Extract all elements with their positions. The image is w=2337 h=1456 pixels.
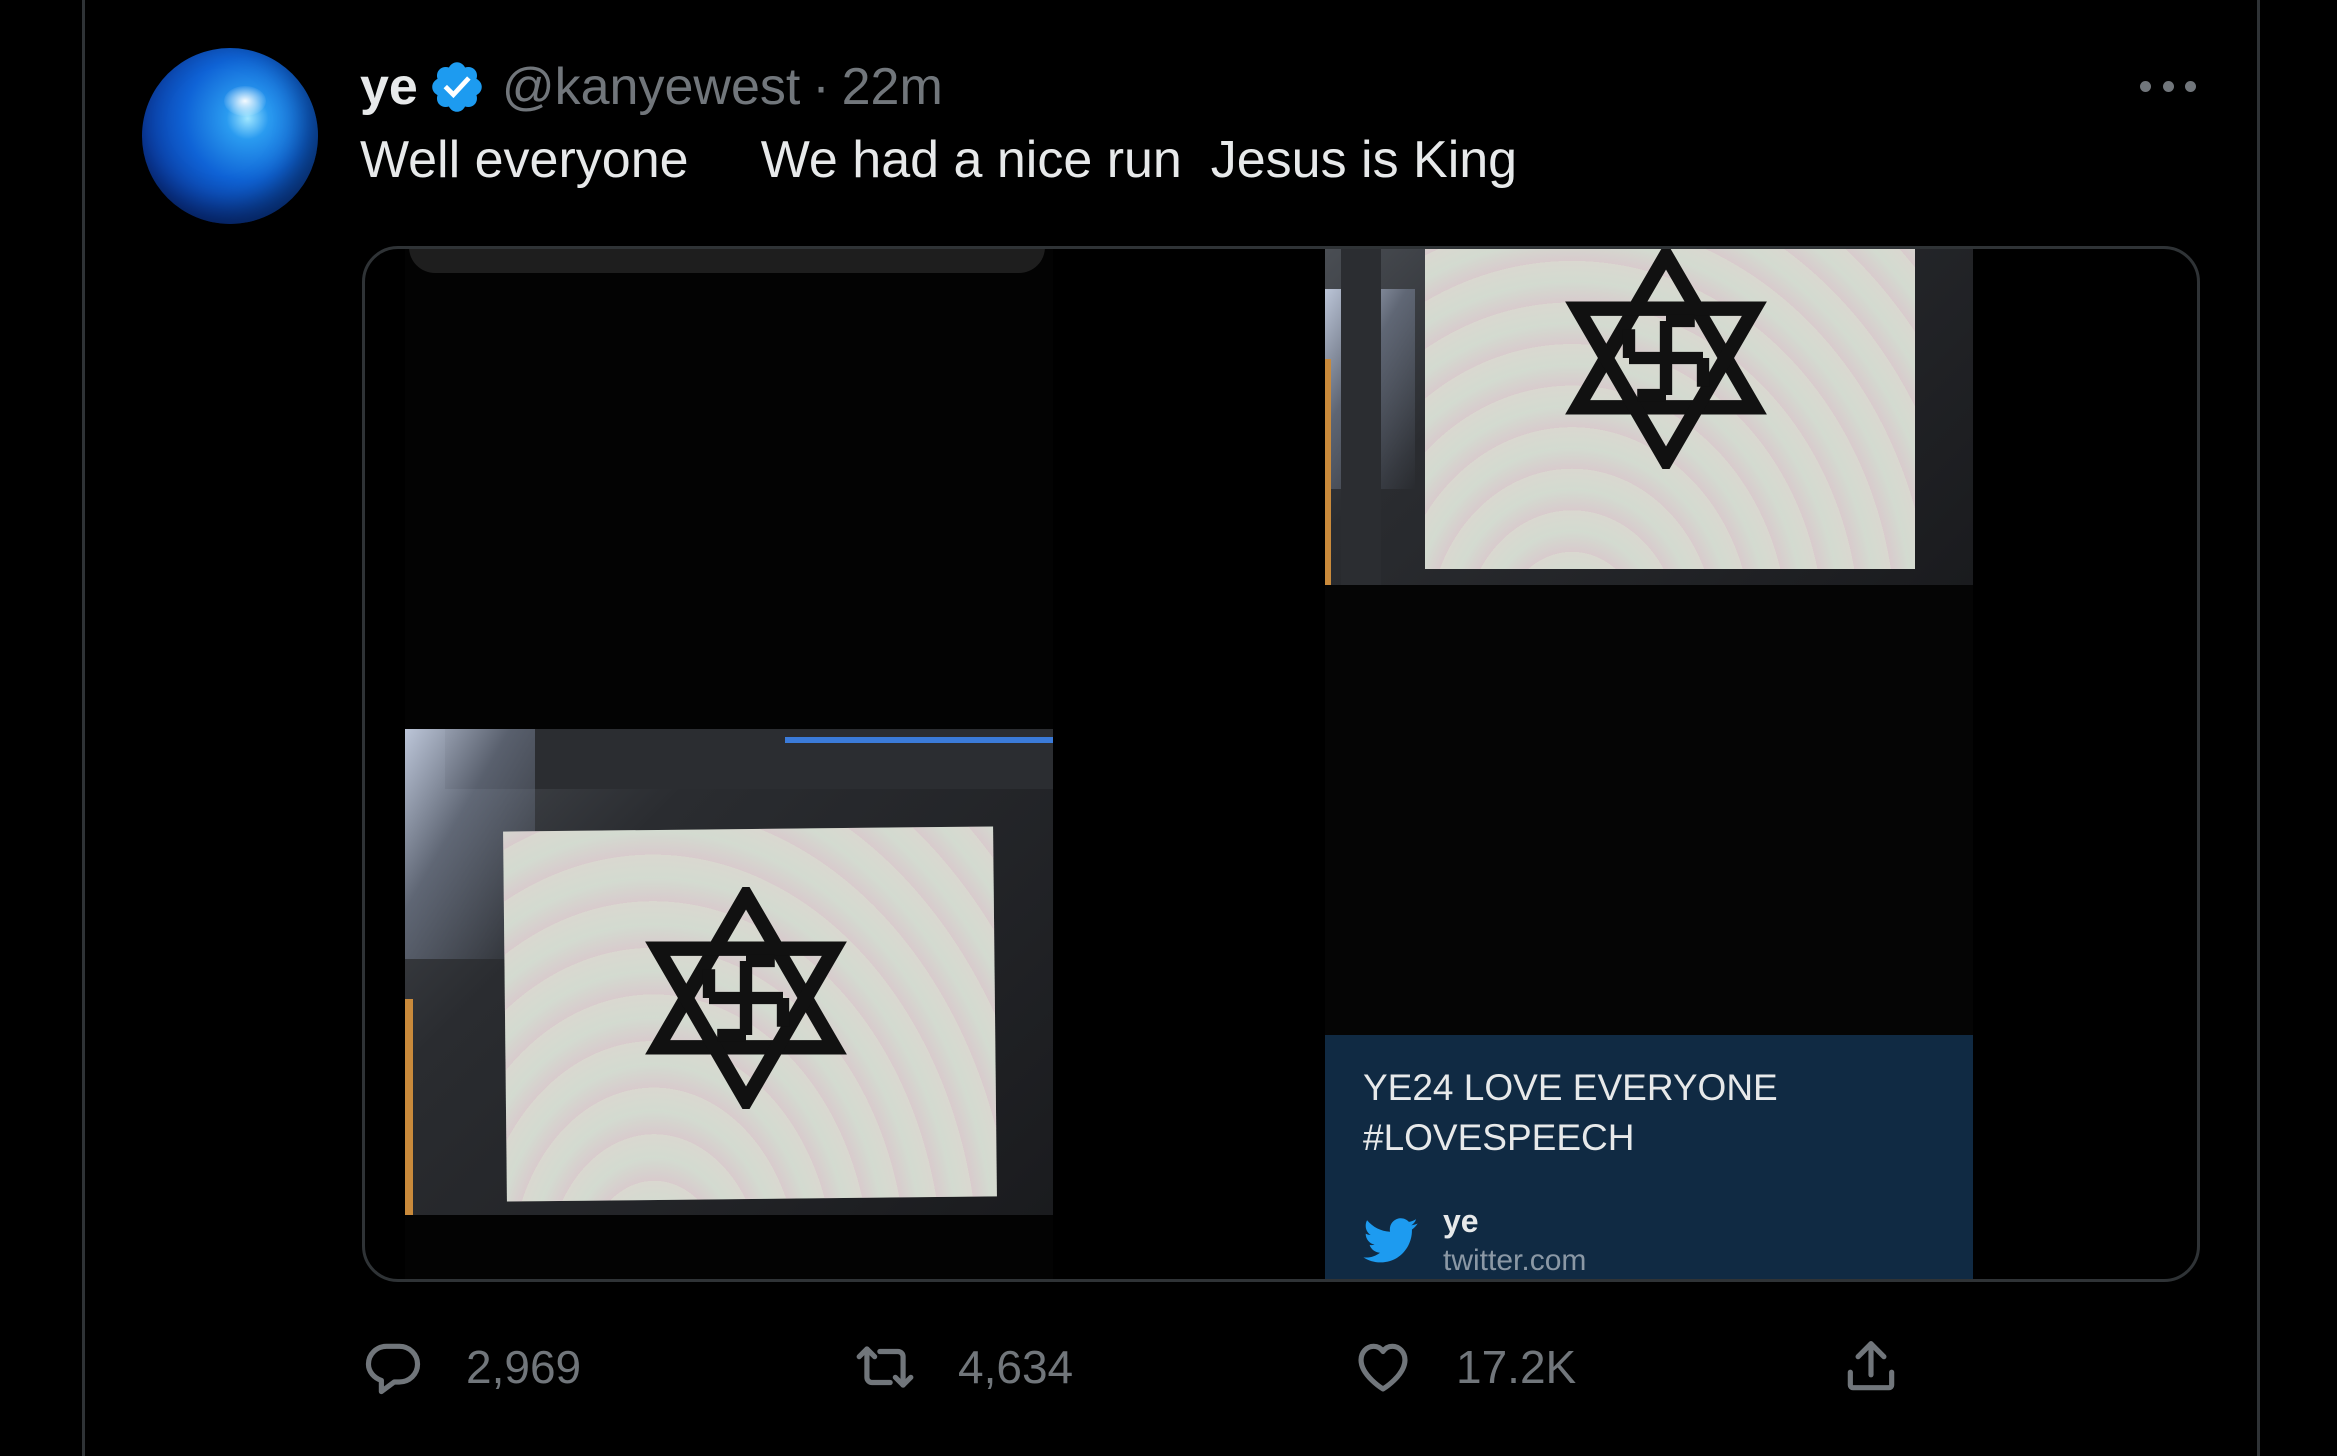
link-card-footer: ye twitter.com <box>1363 1201 1587 1279</box>
retweet-button[interactable]: 4,634 <box>854 1336 1073 1398</box>
more-icon[interactable] <box>2140 70 2196 102</box>
tweet-text: Well everyone We had a nice run Jesus is… <box>360 131 1518 189</box>
avatar[interactable] <box>142 48 318 224</box>
star-symbol-image <box>1565 249 1767 469</box>
reply-count: 2,969 <box>466 1341 582 1393</box>
link-card-title-line2: #LOVESPEECH <box>1363 1117 1635 1158</box>
like-button[interactable]: 17.2K <box>1352 1336 1576 1398</box>
link-card-title: YE24 LOVE EVERYONE #LOVESPEECH <box>1363 1063 1778 1163</box>
tweet-media[interactable]: YE24 LOVE EVERYONE #LOVESPEECH ye twitte… <box>362 246 2200 1282</box>
like-icon <box>1358 1343 1408 1392</box>
link-card[interactable]: YE24 LOVE EVERYONE #LOVESPEECH ye twitte… <box>1325 1035 1973 1279</box>
author-name[interactable]: ye <box>360 57 418 117</box>
link-card-source-domain: twitter.com <box>1443 1244 1587 1277</box>
cropped-caption <box>409 249 1045 273</box>
retweet-icon <box>856 1346 914 1388</box>
tweet-timestamp[interactable]: 22m <box>842 57 943 117</box>
share-button[interactable] <box>1840 1336 1902 1398</box>
header-separator: · <box>812 58 830 116</box>
link-card-source-name: ye <box>1443 1203 1479 1239</box>
author-handle[interactable]: @kanyewest <box>502 57 800 117</box>
link-card-title-line1: YE24 LOVE EVERYONE <box>1363 1067 1778 1108</box>
verified-badge-icon <box>432 62 482 112</box>
media-image-left[interactable] <box>405 249 1053 1279</box>
star-symbol-image <box>645 887 847 1109</box>
tweet-actions: 2,969 4,634 17.2K <box>362 1336 1895 1398</box>
twitter-bird-icon <box>1363 1218 1418 1263</box>
photo-symbol-screen <box>405 729 1053 1215</box>
tweet-header: ye @kanyewest · 22m <box>360 52 943 122</box>
share-icon <box>1847 1341 1895 1391</box>
retweet-count: 4,634 <box>958 1341 1074 1393</box>
reply-button[interactable]: 2,969 <box>362 1336 581 1398</box>
media-link-preview[interactable]: YE24 LOVE EVERYONE #LOVESPEECH ye twitte… <box>1325 249 1973 1279</box>
like-count: 17.2K <box>1456 1341 1577 1393</box>
photo-symbol-screen-top <box>1325 249 1973 585</box>
reply-icon <box>365 1343 421 1395</box>
